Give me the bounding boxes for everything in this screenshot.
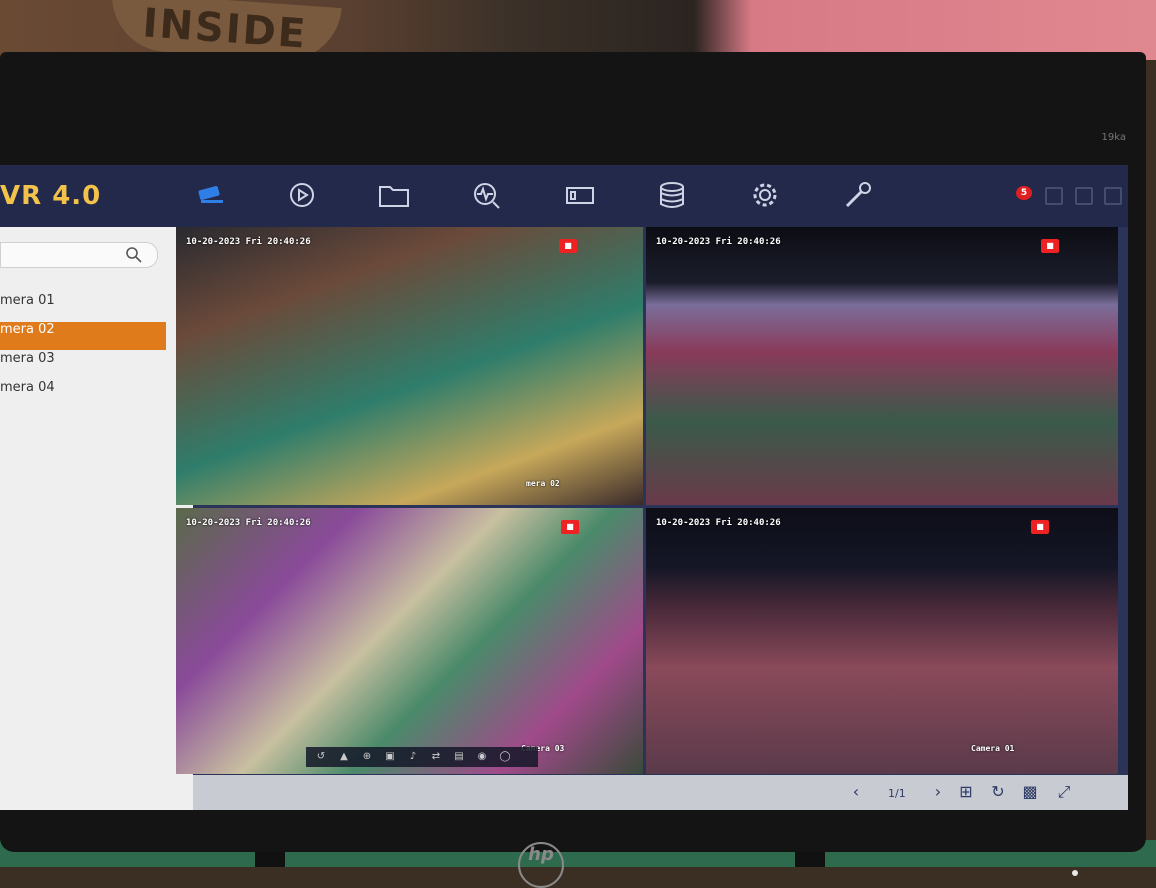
multi-camera-icon[interactable]: ▩	[1019, 781, 1041, 803]
switch-stream-icon[interactable]: ⇄	[427, 750, 445, 764]
background-wall: INSIDE	[0, 0, 1156, 64]
record-icon: ■	[559, 239, 577, 253]
video-timestamp: 10-20-2023 Fri 20:40:26	[656, 518, 781, 528]
camera-list-label: amera 04	[0, 380, 55, 395]
monitor-bezel: 19ka hp VR 4.0 5 mera 01 mera 02 mera 03…	[0, 52, 1146, 888]
ptz-icon[interactable]: ▲	[335, 750, 353, 764]
video-timestamp: 10-20-2023 Fri 20:40:26	[186, 518, 311, 528]
record-icon: ■	[1041, 239, 1059, 253]
search-input[interactable]	[7, 246, 121, 264]
record-icon: ■	[561, 520, 579, 534]
storage-icon[interactable]	[652, 177, 692, 213]
maintenance-icon[interactable]	[838, 177, 878, 213]
video-tile-1[interactable]: 10-20-2023 Fri 20:40:26 ■ mera 02	[176, 227, 643, 505]
bezel-label: 19ka	[1101, 132, 1126, 143]
layout-icon[interactable]	[1045, 187, 1063, 205]
camera-list-item-selected[interactable]: amera 02	[0, 322, 166, 350]
search-box[interactable]	[0, 242, 158, 268]
fullscreen-icon[interactable]: ⤢	[1053, 781, 1075, 803]
snapshot-icon[interactable]: ◯	[496, 750, 514, 764]
refresh-icon[interactable]: ↻	[987, 781, 1009, 803]
tile-toolbar: ↺ ▲ ⊕ ▣ ♪ ⇄ ▤ ◉ ◯	[306, 747, 538, 767]
nvr-screen: VR 4.0 5 mera 01 mera 02 mera 03 mera 04…	[0, 165, 1128, 810]
camera-list-item[interactable]: amera 04	[0, 380, 166, 408]
camera-icon[interactable]	[560, 177, 600, 213]
audio-icon[interactable]: ♪	[404, 750, 422, 764]
camera-list-panel: amera 01 amera 02 amera 03 amera 04	[0, 227, 193, 810]
layout-grid-icon[interactable]: ⊞	[955, 781, 977, 803]
monitor-stand	[255, 850, 285, 867]
video-camera-label: mera 02	[526, 479, 560, 488]
record-icon: ■	[1031, 520, 1049, 534]
prev-page-icon[interactable]: ‹	[848, 781, 864, 803]
smart-analysis-icon[interactable]	[466, 177, 506, 213]
live-view-icon[interactable]	[192, 177, 232, 213]
hp-logo: hp	[518, 842, 564, 888]
camera-list-label: amera 02	[0, 322, 55, 337]
bottom-bar: ‹ 1/1 › ⊞ ↻ ▩ ⤢	[193, 775, 1128, 810]
app-title: VR 4.0	[0, 181, 102, 211]
monitor-stand	[795, 850, 825, 867]
video-camera-label: Camera 01	[971, 744, 1015, 753]
power-led	[1072, 870, 1078, 876]
settings-icon[interactable]	[745, 177, 785, 213]
next-page-icon[interactable]: ›	[930, 781, 946, 803]
video-tile-3[interactable]: 10-20-2023 Fri 20:40:26 ■ Camera 03	[176, 508, 643, 774]
camera-list-item[interactable]: amera 03	[0, 351, 166, 379]
video-timestamp: 10-20-2023 Fri 20:40:26	[186, 237, 311, 247]
record-clip-icon[interactable]: ◉	[473, 750, 491, 764]
alarm-badge[interactable]: 5	[1016, 186, 1032, 200]
zoom-icon[interactable]: ⊕	[358, 750, 376, 764]
video-timestamp: 10-20-2023 Fri 20:40:26	[656, 237, 781, 247]
image-icon[interactable]: ▣	[381, 750, 399, 764]
file-manager-icon[interactable]	[374, 177, 414, 213]
top-bar: VR 4.0 5	[0, 165, 1128, 227]
live-view-grid: 10-20-2023 Fri 20:40:26 ■ mera 02 10-20-…	[176, 227, 1118, 774]
video-tile-2[interactable]: 10-20-2023 Fri 20:40:26 ■	[646, 227, 1118, 505]
camera-list-label: amera 03	[0, 351, 55, 366]
video-tile-4[interactable]: 10-20-2023 Fri 20:40:26 ■ Camera 01	[646, 508, 1118, 774]
camera-list-item[interactable]: amera 01	[0, 293, 166, 321]
info-icon[interactable]: ▤	[450, 750, 468, 764]
page-indicator: 1/1	[888, 787, 906, 800]
search-icon[interactable]	[125, 246, 143, 264]
instant-playback-icon[interactable]: ↺	[312, 750, 330, 764]
playback-icon[interactable]	[282, 177, 322, 213]
exit-icon[interactable]	[1104, 187, 1122, 205]
user-icon[interactable]	[1075, 187, 1093, 205]
camera-list-label: amera 01	[0, 293, 55, 308]
